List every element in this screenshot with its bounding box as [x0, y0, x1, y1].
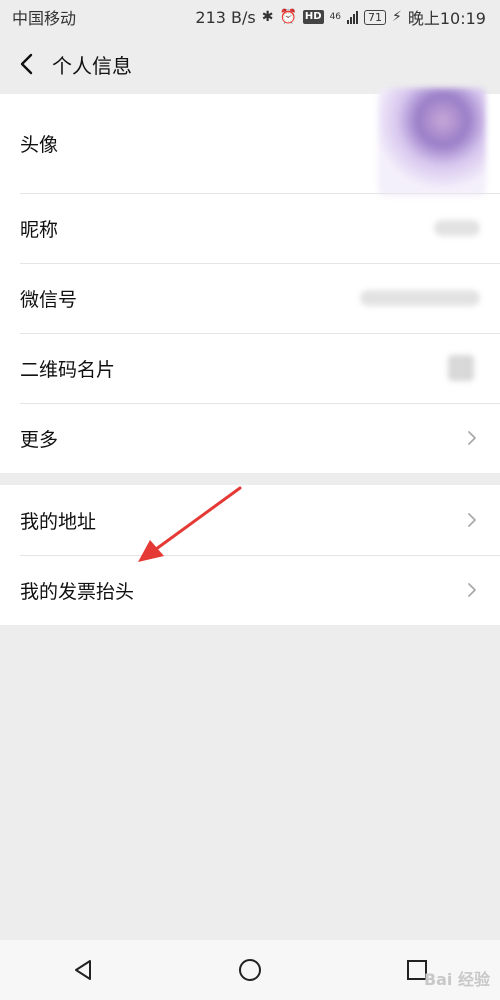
more-row[interactable]: 更多 [0, 403, 500, 473]
avatar-row[interactable]: 头像 [0, 88, 500, 196]
page-title: 个人信息 [52, 53, 132, 78]
top-app-bar: 个人信息 [0, 34, 500, 94]
carrier-label: 中国移动 [12, 9, 77, 28]
bluetooth-icon: ✱ [261, 9, 274, 25]
wechat-id-label: 微信号 [20, 288, 78, 311]
qr-card-row[interactable]: 二维码名片 [0, 333, 500, 403]
back-arrow-icon[interactable] [14, 52, 38, 76]
invoice-title-label: 我的发票抬头 [20, 580, 135, 603]
extra-info-group: 我的地址 我的发票抬头 [0, 485, 500, 625]
hd-icon: HD [302, 10, 324, 24]
annotation-arrow [138, 486, 242, 562]
chevron-right-icon [464, 430, 480, 446]
status-bar: 中国移动 213 B/s ✱ ⏰ HD 46 71 ⚡ 晚上10:19 [0, 0, 500, 34]
network-speed: 213 B/s [195, 7, 256, 27]
address-row[interactable]: 我的地址 [0, 485, 500, 555]
qr-card-label: 二维码名片 [20, 358, 116, 381]
alarm-icon: ⏰ [279, 9, 297, 25]
signal-icon [347, 10, 359, 24]
charging-icon: ⚡ [392, 9, 402, 25]
chevron-right-icon [464, 582, 480, 598]
nav-back-icon[interactable] [63, 950, 103, 990]
chevron-right-icon [464, 512, 480, 528]
wechat-id-value-blurred [360, 290, 480, 306]
battery-icon: 71 [364, 9, 387, 25]
profile-info-group: 头像 昵称 微信号 二维码名片 更多 [0, 88, 500, 473]
network-type: 46 [329, 12, 342, 22]
avatar [378, 88, 486, 196]
nav-home-icon[interactable] [230, 950, 270, 990]
nickname-value-blurred [434, 220, 480, 236]
invoice-title-row[interactable]: 我的发票抬头 [0, 555, 500, 625]
nickname-label: 昵称 [20, 218, 59, 241]
nickname-row[interactable]: 昵称 [0, 193, 500, 263]
address-label: 我的地址 [20, 510, 97, 533]
avatar-label: 头像 [20, 134, 59, 156]
more-label: 更多 [20, 428, 59, 451]
status-icons: 213 B/s ✱ ⏰ HD 46 71 ⚡ 晚上10:19 [195, 5, 486, 29]
qr-code-icon [448, 355, 474, 381]
clock-time: 晚上10:19 [407, 9, 486, 28]
watermark: Bai 经验 [423, 970, 490, 989]
wechat-id-row[interactable]: 微信号 [0, 263, 500, 333]
